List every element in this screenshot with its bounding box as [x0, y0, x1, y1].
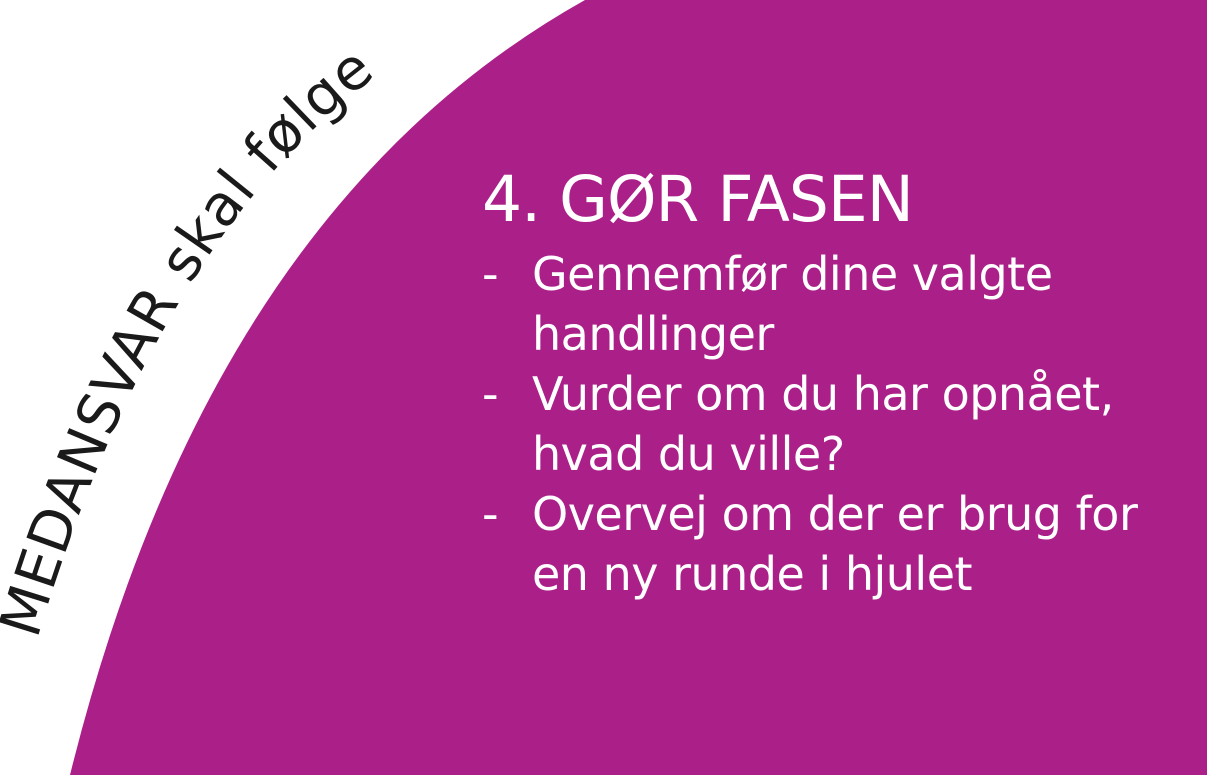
phase-item: - Overvej om der er brug for en ny runde…	[482, 484, 1202, 604]
phase-item-text: Vurder om du har opnået, hvad du ville?	[532, 367, 1114, 481]
phase-item-list: - Gennemfør dine valgte handlinger - Vur…	[482, 244, 1202, 604]
phase-item: - Gennemfør dine valgte handlinger	[482, 244, 1202, 364]
bullet-dash: -	[482, 487, 499, 541]
bullet-dash: -	[482, 367, 499, 421]
phase-item: - Vurder om du har opnået, hvad du ville…	[482, 364, 1202, 484]
phase-panel: 4. GØR FASEN - Gennemfør dine valgte han…	[482, 160, 1202, 604]
phase-item-text: Gennemfør dine valgte handlinger	[532, 247, 1053, 361]
bullet-dash: -	[482, 247, 499, 301]
phase-item-text: Overvej om der er brug for en ny runde i…	[532, 487, 1138, 601]
phase-title: 4. GØR FASEN	[482, 163, 914, 236]
